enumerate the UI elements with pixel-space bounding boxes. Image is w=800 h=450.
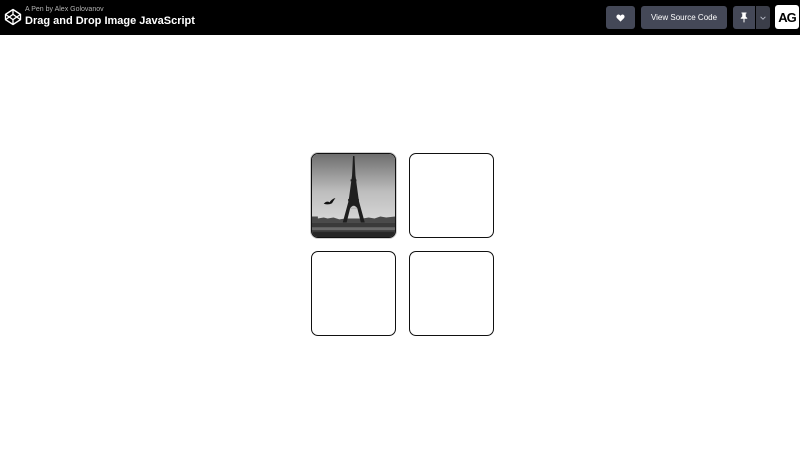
drop-slot-3[interactable] <box>311 251 396 336</box>
codepen-logo-icon[interactable] <box>4 8 22 26</box>
like-button[interactable] <box>606 6 635 29</box>
pen-info: A Pen by Alex Golovanov Drag and Drop Im… <box>25 5 195 28</box>
drop-slot-1[interactable] <box>311 153 396 238</box>
pen-author[interactable]: A Pen by Alex Golovanov <box>25 5 195 14</box>
avatar[interactable]: AG <box>775 5 799 29</box>
view-source-button[interactable]: View Source Code <box>641 6 727 29</box>
chevron-down-icon <box>760 15 766 20</box>
pin-icon <box>740 12 748 23</box>
heart-icon <box>616 14 625 22</box>
eiffel-tower-photo[interactable] <box>312 154 395 237</box>
codepen-header: A Pen by Alex Golovanov Drag and Drop Im… <box>0 0 800 35</box>
drop-slot-4[interactable] <box>409 251 494 336</box>
pin-button[interactable] <box>733 6 755 29</box>
pin-menu-button[interactable] <box>756 6 770 29</box>
drop-slot-2[interactable] <box>409 153 494 238</box>
pen-title: Drag and Drop Image JavaScript <box>25 15 195 27</box>
